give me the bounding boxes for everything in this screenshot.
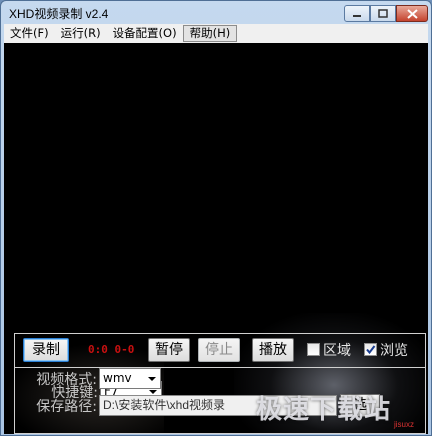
app-window: XHD视频录制 v2.4 文件(F) 运行(R) 设备配置(O) 帮助(H) 录… <box>0 0 432 436</box>
record-timer: 0:0 0-0 <box>88 343 135 356</box>
format-select[interactable]: wmv <box>99 368 161 389</box>
checkmark-icon <box>366 345 376 355</box>
save-path-input[interactable]: D:\安装软件\xhd视频录 <box>99 395 337 416</box>
save-path-label: 保存路径: <box>36 399 97 415</box>
browse-label: 浏览 <box>380 343 408 359</box>
region-checkbox[interactable] <box>307 343 320 356</box>
pause-button[interactable]: 暂停 <box>148 338 190 362</box>
chevron-down-icon <box>148 377 156 381</box>
watermark-subtext: jisuxz <box>394 420 415 429</box>
play-button[interactable]: 播放 <box>252 338 294 362</box>
video-preview: 录制 0:0 0-0 暂停 停止 播放 区域 浏览 快捷键: F7 视频格式: <box>4 43 428 434</box>
minimize-button[interactable] <box>344 5 370 22</box>
record-button[interactable]: 录制 <box>23 338 69 362</box>
close-button[interactable] <box>396 5 428 22</box>
minimize-icon <box>353 14 361 17</box>
maximize-button[interactable] <box>370 5 396 22</box>
menu-bar: 文件(F) 运行(R) 设备配置(O) 帮助(H) <box>4 24 428 43</box>
region-label: 区域 <box>323 343 351 359</box>
format-label: 视频格式: <box>36 372 97 388</box>
window-title: XHD视频录制 v2.4 <box>9 7 109 21</box>
stop-button[interactable]: 停止 <box>198 338 240 362</box>
menu-file[interactable]: 文件(F) <box>4 25 55 42</box>
menu-device-config[interactable]: 设备配置(O) <box>107 25 183 42</box>
menu-help[interactable]: 帮助(H) <box>182 25 238 42</box>
browse-checkbox[interactable] <box>364 343 377 356</box>
maximize-icon <box>378 9 388 18</box>
menu-run[interactable]: 运行(R) <box>55 25 107 42</box>
close-icon <box>406 8 418 19</box>
title-bar[interactable]: XHD视频录制 v2.4 <box>1 1 431 25</box>
control-toolbar: 录制 0:0 0-0 暂停 停止 播放 区域 浏览 <box>15 334 425 368</box>
chevron-down-icon <box>149 390 157 394</box>
select-path-button[interactable]: 选 <box>340 394 380 417</box>
format-value: wmv <box>103 371 132 385</box>
